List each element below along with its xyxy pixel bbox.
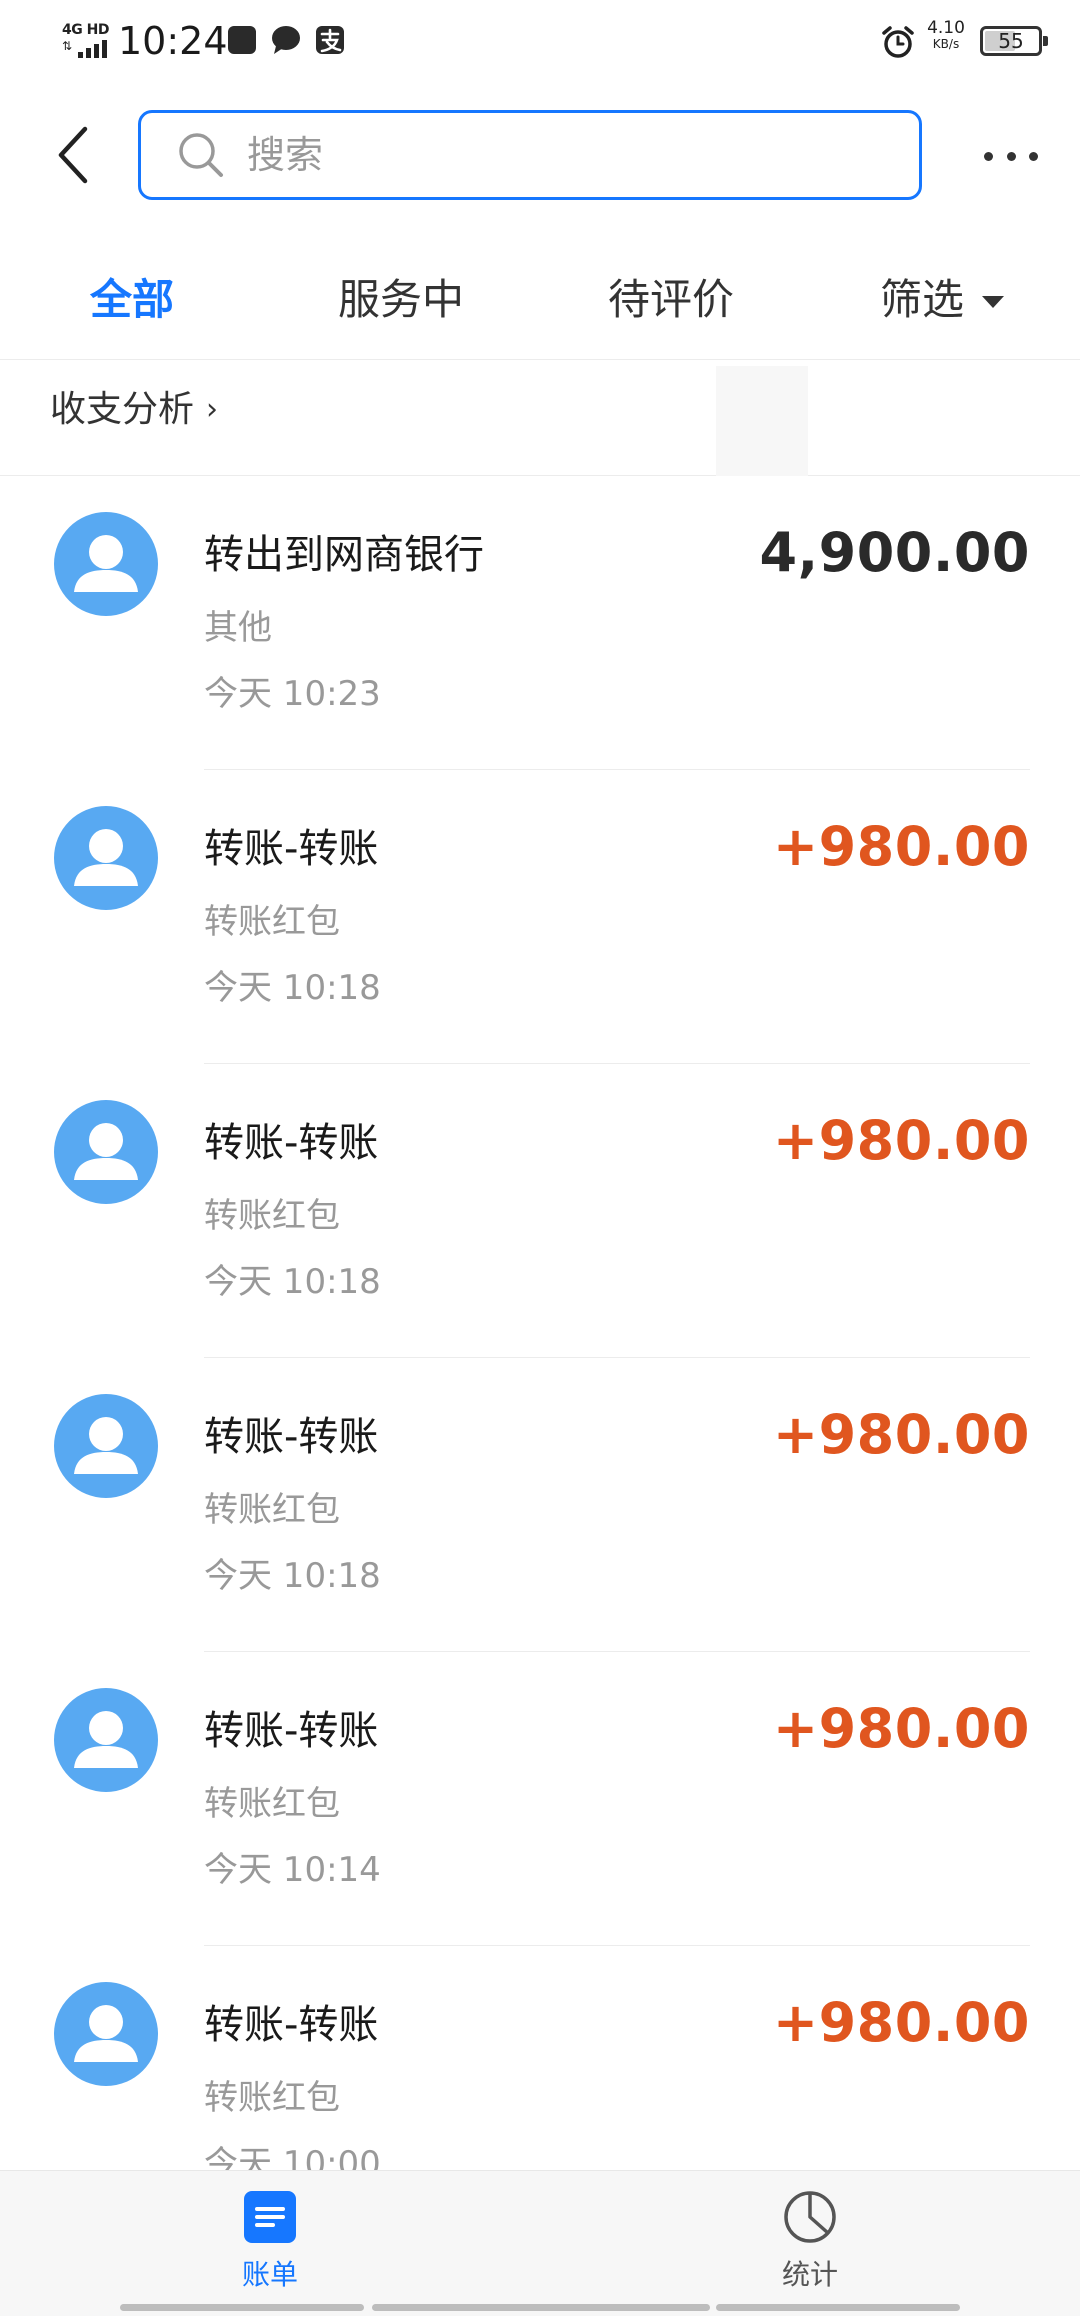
transaction-title: 转账-转账 bbox=[204, 1120, 379, 1166]
pie-chart-icon bbox=[784, 2191, 836, 2243]
transaction-category: 转账红包 bbox=[204, 2078, 340, 2118]
network-type: 4G HD bbox=[62, 22, 109, 38]
transaction-title: 转账-转账 bbox=[204, 826, 379, 872]
more-dot-icon bbox=[1029, 151, 1038, 161]
transaction-title: 转出到网商银行 bbox=[204, 532, 484, 578]
user-avatar-icon bbox=[54, 1688, 158, 1792]
user-avatar-icon bbox=[54, 806, 158, 910]
transaction-category: 其他 bbox=[204, 608, 272, 648]
tab-filter[interactable]: 筛选 bbox=[880, 270, 1005, 330]
transaction-row[interactable]: 转账-转账 转账红包 今天 10:14 +980.00 bbox=[0, 1652, 1080, 1946]
transaction-time: 今天 10:14 bbox=[204, 1850, 381, 1890]
income-expense-analysis-link[interactable]: 收支分析 › bbox=[50, 380, 218, 440]
notification-icons bbox=[226, 24, 346, 56]
transaction-title: 转账-转账 bbox=[204, 1708, 379, 1754]
filter-tabs: 全部 服务中 待评价 筛选 bbox=[0, 250, 1080, 360]
speed-value: 4.10 bbox=[927, 18, 965, 38]
transaction-time: 今天 10:18 bbox=[204, 1262, 381, 1302]
clock: 10:24 bbox=[118, 19, 228, 63]
alipay-notification-icon bbox=[316, 26, 344, 54]
nav-statistics[interactable]: 统计 bbox=[730, 2189, 890, 2293]
transaction-time: 今天 10:18 bbox=[204, 968, 381, 1008]
tab-filter-label: 筛选 bbox=[880, 275, 965, 324]
speed-unit: KB/s bbox=[932, 37, 960, 51]
user-avatar-icon bbox=[54, 1100, 158, 1204]
back-button[interactable] bbox=[38, 118, 108, 192]
nav-bills[interactable]: 账单 bbox=[190, 2189, 350, 2293]
status-bar: 4G HD ⇅ 10:24 4.10 KB/s 55 bbox=[0, 0, 1080, 82]
tab-in-service[interactable]: 服务中 bbox=[338, 270, 464, 330]
tab-pending-review[interactable]: 待评价 bbox=[608, 270, 734, 330]
nav-statistics-label: 统计 bbox=[781, 2258, 838, 2291]
chevron-left-icon bbox=[58, 126, 88, 184]
data-arrows-icon: ⇅ bbox=[62, 39, 73, 53]
transaction-amount: +980.00 bbox=[772, 1403, 1030, 1466]
transaction-row[interactable]: 转账-转账 转账红包 今天 10:18 +980.00 bbox=[0, 1064, 1080, 1358]
network-indicator: 4G HD ⇅ bbox=[62, 22, 110, 60]
alarm-icon bbox=[882, 26, 914, 58]
transaction-amount: 4,900.00 bbox=[759, 521, 1030, 584]
analysis-row: 收支分析 › bbox=[0, 366, 1080, 476]
transaction-amount: +980.00 bbox=[772, 1697, 1030, 1760]
more-options-button[interactable] bbox=[976, 126, 1046, 186]
transaction-amount: +980.00 bbox=[772, 1991, 1030, 2054]
transaction-title: 转账-转账 bbox=[204, 2002, 379, 2048]
user-avatar-icon bbox=[54, 1394, 158, 1498]
caret-down-icon bbox=[982, 296, 1005, 308]
transaction-category: 转账红包 bbox=[204, 902, 340, 942]
analysis-label: 收支分析 bbox=[50, 389, 195, 430]
more-dot-icon bbox=[984, 151, 993, 161]
transaction-list: 转出到网商银行 其他 今天 10:23 4,900.00 转账-转账 转账红包 … bbox=[0, 476, 1080, 2240]
user-avatar-icon bbox=[54, 1982, 158, 2086]
transaction-category: 转账红包 bbox=[204, 1784, 340, 1824]
transaction-title: 转账-转账 bbox=[204, 1414, 379, 1460]
message-notification-icon bbox=[272, 26, 300, 54]
ad-placeholder bbox=[716, 366, 808, 476]
bottom-nav: 账单 统计 bbox=[0, 2170, 1080, 2316]
search-input[interactable] bbox=[247, 133, 867, 177]
transaction-category: 转账红包 bbox=[204, 1490, 340, 1530]
gesture-bar bbox=[0, 2304, 1080, 2312]
gallery-notification-icon bbox=[228, 26, 256, 54]
search-icon bbox=[179, 133, 223, 177]
search-bar[interactable] bbox=[138, 110, 922, 200]
bill-icon bbox=[244, 2191, 296, 2243]
chevron-right-icon: › bbox=[206, 392, 219, 427]
battery-icon: 55 bbox=[980, 26, 1048, 56]
transaction-amount: +980.00 bbox=[772, 1109, 1030, 1172]
transaction-time: 今天 10:18 bbox=[204, 1556, 381, 1596]
user-avatar-icon bbox=[54, 512, 158, 616]
bill-list-page: 4G HD ⇅ 10:24 4.10 KB/s 55 搜索 全部 服务中 待评价… bbox=[0, 0, 1080, 2316]
header bbox=[0, 100, 1080, 210]
network-speed: 4.10 KB/s bbox=[920, 20, 972, 52]
more-dot-icon bbox=[1006, 151, 1016, 161]
nav-bills-label: 账单 bbox=[241, 2258, 298, 2291]
signal-bars-icon bbox=[78, 40, 107, 58]
transaction-row[interactable]: 转账-转账 转账红包 今天 10:18 +980.00 bbox=[0, 1358, 1080, 1652]
battery-level: 55 bbox=[998, 29, 1024, 53]
tab-all[interactable]: 全部 bbox=[90, 270, 174, 330]
transaction-row[interactable]: 转出到网商银行 其他 今天 10:23 4,900.00 bbox=[0, 476, 1080, 770]
transaction-amount: +980.00 bbox=[772, 815, 1030, 878]
transaction-row[interactable]: 转账-转账 转账红包 今天 10:18 +980.00 bbox=[0, 770, 1080, 1064]
transaction-category: 转账红包 bbox=[204, 1196, 340, 1236]
transaction-time: 今天 10:23 bbox=[204, 674, 381, 714]
